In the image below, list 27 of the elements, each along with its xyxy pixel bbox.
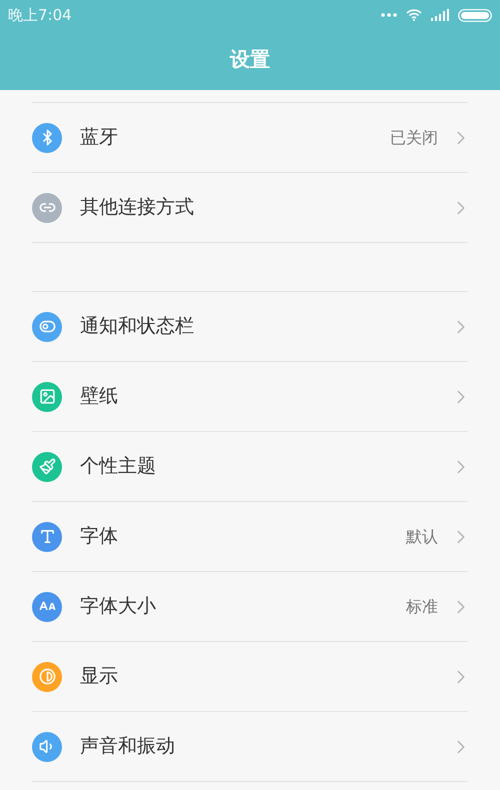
settings-row[interactable]: 声音和振动: [32, 712, 468, 782]
setting-label: 个性主题: [80, 454, 157, 480]
settings-row[interactable]: 显示: [32, 642, 468, 712]
settings-row[interactable]: 蓝牙 已关闭: [32, 103, 468, 173]
setting-value: 已关闭: [390, 126, 438, 148]
setting-label: 字体: [80, 524, 119, 550]
page-title: 设置: [230, 46, 270, 73]
setting-label: 显示: [80, 664, 119, 690]
settings-row[interactable]: 壁纸: [32, 362, 468, 432]
battery-icon: [458, 8, 492, 22]
settings-row[interactable]: 通知和状态栏: [32, 292, 468, 362]
setting-label: 通知和状态栏: [80, 314, 195, 340]
setting-label: 其他连接方式: [80, 195, 195, 220]
setting-label: 声音和振动: [80, 734, 176, 760]
signal-icon: [431, 9, 449, 21]
setting-label: 壁纸: [80, 384, 119, 410]
settings-row[interactable]: 个性主题: [32, 432, 468, 502]
setting-value: 标准: [406, 596, 438, 618]
settings-row[interactable]: 字体大小 标准: [32, 572, 468, 642]
setting-value: 默认: [406, 526, 438, 548]
more-dots-icon: [381, 13, 397, 17]
settings-row[interactable]: 字体 默认: [32, 502, 468, 572]
setting-label: 字体大小: [80, 594, 157, 620]
setting-label: 蓝牙: [80, 125, 119, 150]
status-time: 晚上7:04: [8, 4, 72, 26]
settings-row[interactable]: 其他连接方式: [32, 173, 468, 243]
wifi-icon: [406, 9, 422, 21]
